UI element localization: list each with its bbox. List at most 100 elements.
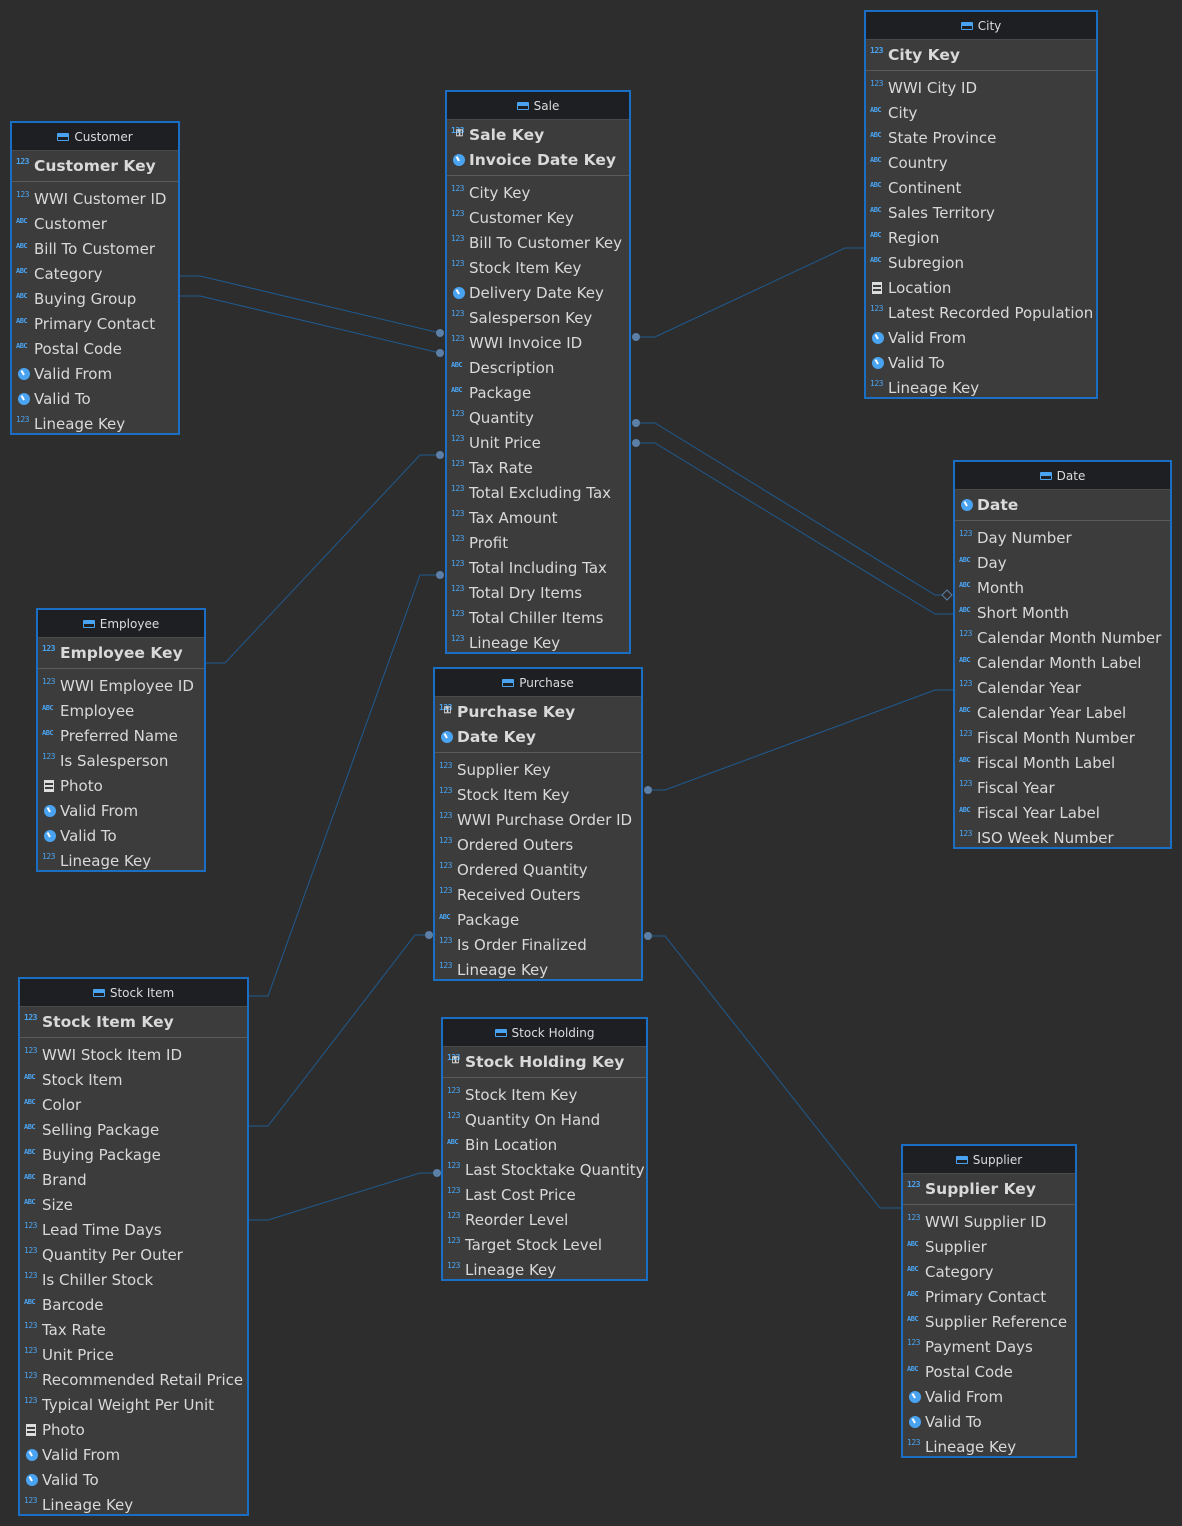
key-column-row[interactable]: 123Purchase Key: [435, 699, 641, 724]
column-row[interactable]: 123 Stock Item Key: [435, 782, 641, 807]
column-row[interactable]: 123 Tax Rate: [447, 455, 629, 480]
column-row[interactable]: 123 Quantity On Hand: [443, 1107, 646, 1132]
column-row[interactable]: ABC Description: [447, 355, 629, 380]
column-row[interactable]: ABC Package: [435, 907, 641, 932]
column-row[interactable]: 123 Last Cost Price: [443, 1182, 646, 1207]
column-row[interactable]: 123 Lineage Key: [866, 375, 1096, 397]
column-row[interactable]: 123 Stock Item Key: [443, 1082, 646, 1107]
column-row[interactable]: ABC Postal Code: [903, 1359, 1075, 1384]
column-row[interactable]: 123 Is Order Finalized: [435, 932, 641, 957]
key-column-row[interactable]: 123Sale Key: [447, 122, 629, 147]
column-row[interactable]: ABC Fiscal Year Label: [955, 800, 1170, 825]
column-row[interactable]: ABC Category: [903, 1259, 1075, 1284]
column-row[interactable]: 123 Calendar Year: [955, 675, 1170, 700]
column-row[interactable]: ABC Region: [866, 225, 1096, 250]
column-row[interactable]: ABC Fiscal Month Label: [955, 750, 1170, 775]
column-row[interactable]: 123 City Key: [447, 180, 629, 205]
column-row[interactable]: ABC Postal Code: [12, 336, 178, 361]
column-row[interactable]: 123 Profit: [447, 530, 629, 555]
column-row[interactable]: 123 WWI City ID: [866, 75, 1096, 100]
column-row[interactable]: 123 Total Excluding Tax: [447, 480, 629, 505]
column-row[interactable]: ABC Sales Territory: [866, 200, 1096, 225]
entity-header[interactable]: Date: [955, 462, 1170, 490]
key-column-row[interactable]: 123 City Key: [866, 42, 1096, 67]
column-row[interactable]: 123 Tax Rate: [20, 1317, 247, 1342]
column-row[interactable]: ABC Employee: [38, 698, 204, 723]
entity-header[interactable]: Stock Holding: [443, 1019, 646, 1047]
column-row[interactable]: 123 Lineage Key: [443, 1257, 646, 1279]
column-row[interactable]: ABC Bin Location: [443, 1132, 646, 1157]
column-row[interactable]: Valid To: [38, 823, 204, 848]
column-row[interactable]: 123 Ordered Quantity: [435, 857, 641, 882]
entity-stock-holding[interactable]: Stock Holding123Stock Holding Key 123Stoc…: [441, 1017, 648, 1281]
column-row[interactable]: ABC City: [866, 100, 1096, 125]
column-row[interactable]: Valid From: [903, 1384, 1075, 1409]
column-row[interactable]: 123 Fiscal Month Number: [955, 725, 1170, 750]
column-row[interactable]: 123 Lineage Key: [903, 1434, 1075, 1456]
column-row[interactable]: ABC Primary Contact: [903, 1284, 1075, 1309]
column-row[interactable]: 123 Stock Item Key: [447, 255, 629, 280]
entity-stock-item[interactable]: Stock Item 123 Stock Item Key 123 WWI Stock …: [18, 977, 249, 1516]
column-row[interactable]: ABC Buying Package: [20, 1142, 247, 1167]
column-row[interactable]: 123 Is Chiller Stock: [20, 1267, 247, 1292]
entity-header[interactable]: Customer: [12, 123, 178, 151]
column-row[interactable]: Photo: [20, 1417, 247, 1442]
entity-employee[interactable]: Employee 123 Employee Key 123 WWI Employee I…: [36, 608, 206, 872]
column-row[interactable]: 123 Lineage Key: [435, 957, 641, 979]
column-row[interactable]: ABC Continent: [866, 175, 1096, 200]
column-row[interactable]: 123 Typical Weight Per Unit: [20, 1392, 247, 1417]
column-row[interactable]: 123 WWI Stock Item ID: [20, 1042, 247, 1067]
column-row[interactable]: 123 Quantity Per Outer: [20, 1242, 247, 1267]
column-row[interactable]: 123 Latest Recorded Population: [866, 300, 1096, 325]
column-row[interactable]: ABC Package: [447, 380, 629, 405]
column-row[interactable]: 123 Lineage Key: [38, 848, 204, 870]
column-row[interactable]: ABC Size: [20, 1192, 247, 1217]
column-row[interactable]: 123 Fiscal Year: [955, 775, 1170, 800]
column-row[interactable]: 123 Day Number: [955, 525, 1170, 550]
column-row[interactable]: ABC Customer: [12, 211, 178, 236]
column-row[interactable]: 123 Total Chiller Items: [447, 605, 629, 630]
column-row[interactable]: Location: [866, 275, 1096, 300]
column-row[interactable]: ABC Subregion: [866, 250, 1096, 275]
column-row[interactable]: Valid To: [903, 1409, 1075, 1434]
entity-header[interactable]: Stock Item: [20, 979, 247, 1007]
column-row[interactable]: ABC Barcode: [20, 1292, 247, 1317]
entity-supplier[interactable]: Supplier 123 Supplier Key 123 WWI Supplier I…: [901, 1144, 1077, 1458]
column-row[interactable]: 123 Calendar Month Number: [955, 625, 1170, 650]
column-row[interactable]: ABC Calendar Month Label: [955, 650, 1170, 675]
column-row[interactable]: 123 Lineage Key: [20, 1492, 247, 1514]
column-row[interactable]: ABC Stock Item: [20, 1067, 247, 1092]
column-row[interactable]: ABC Country: [866, 150, 1096, 175]
column-row[interactable]: ABC Buying Group: [12, 286, 178, 311]
column-row[interactable]: ABC Primary Contact: [12, 311, 178, 336]
column-row[interactable]: 123 Supplier Key: [435, 757, 641, 782]
column-row[interactable]: ABC Supplier: [903, 1234, 1075, 1259]
entity-header[interactable]: City: [866, 12, 1096, 40]
column-row[interactable]: 123 Customer Key: [447, 205, 629, 230]
column-row[interactable]: 123 Bill To Customer Key: [447, 230, 629, 255]
key-column-row[interactable]: Date Key: [435, 724, 641, 749]
column-row[interactable]: ABC Bill To Customer: [12, 236, 178, 261]
column-row[interactable]: Valid From: [12, 361, 178, 386]
column-row[interactable]: Valid From: [20, 1442, 247, 1467]
column-row[interactable]: ABC State Province: [866, 125, 1096, 150]
column-row[interactable]: 123 Total Dry Items: [447, 580, 629, 605]
column-row[interactable]: 123 Quantity: [447, 405, 629, 430]
column-row[interactable]: 123 Lead Time Days: [20, 1217, 247, 1242]
column-row[interactable]: Valid To: [20, 1467, 247, 1492]
column-row[interactable]: Valid From: [866, 325, 1096, 350]
column-row[interactable]: ABC Color: [20, 1092, 247, 1117]
column-row[interactable]: ABC Preferred Name: [38, 723, 204, 748]
column-row[interactable]: Valid To: [866, 350, 1096, 375]
column-row[interactable]: ABC Selling Package: [20, 1117, 247, 1142]
column-row[interactable]: Valid From: [38, 798, 204, 823]
column-row[interactable]: 123 WWI Customer ID: [12, 186, 178, 211]
key-column-row[interactable]: 123 Employee Key: [38, 640, 204, 665]
key-column-row[interactable]: 123 Customer Key: [12, 153, 178, 178]
key-column-row[interactable]: 123Stock Holding Key: [443, 1049, 646, 1074]
column-row[interactable]: 123 ISO Week Number: [955, 825, 1170, 847]
column-row[interactable]: ABC Brand: [20, 1167, 247, 1192]
column-row[interactable]: 123 WWI Supplier ID: [903, 1209, 1075, 1234]
column-row[interactable]: Valid To: [12, 386, 178, 411]
column-row[interactable]: 123 WWI Employee ID: [38, 673, 204, 698]
